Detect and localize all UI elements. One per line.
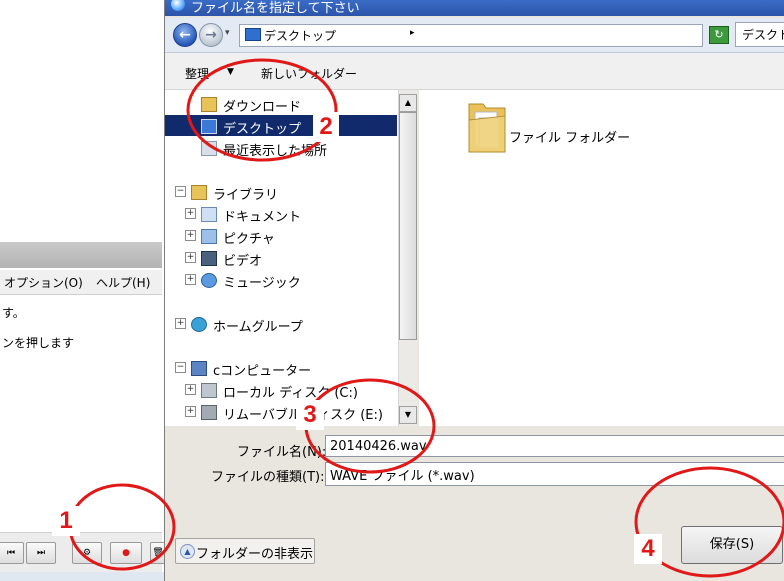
nav-item-downloads[interactable]: ダウンロード — [165, 93, 397, 115]
record-button[interactable]: ● — [110, 542, 142, 564]
dialog-title: ファイル名を指定して下さい — [191, 1, 360, 16]
organize-button[interactable]: 整理 — [185, 65, 209, 82]
scroll-down-icon[interactable]: ▼ — [399, 406, 417, 424]
expand-icon[interactable]: + — [185, 252, 196, 263]
settings-button[interactable]: ⚙ — [72, 542, 102, 564]
address-path-text: デスクトップ — [264, 29, 337, 43]
nav-item-local-disk[interactable]: + ローカル ディスク (C:) — [165, 379, 397, 401]
nav-item-label: cコンピューター — [213, 364, 312, 379]
filetype-label: ファイルの種類(T): — [211, 470, 325, 485]
desktop-icon — [245, 28, 261, 41]
nav-item-label: ホームグループ — [213, 320, 303, 335]
nav-item-documents[interactable]: + ドキュメント — [165, 203, 397, 225]
nav-item-label: ピクチャ — [223, 232, 275, 247]
videos-icon — [201, 251, 217, 266]
hide-folders-button[interactable]: ▲ フォルダーの非表示 — [175, 538, 315, 564]
nav-item-label: ミュージック — [223, 276, 301, 291]
chevron-up-icon: ▲ — [180, 544, 195, 559]
scroll-thumb[interactable] — [399, 112, 417, 340]
search-input[interactable]: デスクト — [735, 22, 784, 47]
file-list-pane: ファイル フォルダー — [419, 90, 784, 426]
nav-item-pictures[interactable]: + ピクチャ — [165, 225, 397, 247]
dialog-titlebar: ファイル名を指定して下さい — [165, 0, 784, 16]
address-bar: ← → ▾ デスクトップ ▸ ▼ ↻ デスクト — [165, 18, 784, 53]
recent-places-icon — [201, 141, 217, 156]
next-button[interactable]: ⏭ — [26, 542, 56, 564]
instruction-text-1: す。 — [2, 306, 25, 320]
address-path-box[interactable]: デスクトップ ▸ ▼ — [239, 24, 770, 47]
refresh-icon[interactable]: ↻ — [709, 26, 729, 44]
instruction-text-2: ンを押します — [2, 336, 75, 350]
filename-label: ファイル名(N): — [237, 445, 327, 460]
nav-item-desktop[interactable]: デスクトップ — [165, 115, 397, 137]
save-button[interactable]: 保存(S) — [681, 526, 783, 564]
file-list-item[interactable]: ファイル フォルダー — [439, 90, 769, 160]
expand-icon[interactable]: + — [185, 384, 196, 395]
previous-button[interactable]: ⏮ — [0, 542, 24, 564]
nav-item-label: ドキュメント — [223, 210, 302, 225]
collapse-icon[interactable]: − — [175, 186, 186, 197]
forward-arrow-icon[interactable]: → — [199, 23, 223, 47]
back-arrow-icon[interactable]: ← — [173, 23, 197, 47]
local-disk-icon — [201, 383, 217, 398]
nav-item-label: デスクトップ — [223, 122, 302, 137]
annotation-number-3: 3 — [296, 400, 324, 430]
nav-item-removable-disk[interactable]: + リムーバブル ディスク (E:) — [165, 401, 397, 423]
annotation-number-2: 2 — [313, 112, 339, 142]
nav-item-computer[interactable]: − cコンピューター — [165, 357, 397, 379]
music-icon — [201, 273, 217, 288]
nav-item-recent-places[interactable]: 最近表示した場所 — [165, 137, 397, 159]
folder-icon — [468, 103, 506, 153]
background-titlebar — [0, 242, 162, 268]
file-type-label: ファイル フォルダー — [509, 131, 631, 146]
computer-icon — [191, 361, 207, 376]
navigation-pane: ダウンロード デスクトップ 最近表示した場所 − ライブラリ + ドキュメント … — [165, 90, 399, 426]
expand-icon[interactable]: + — [175, 318, 186, 329]
history-dropdown-icon[interactable]: ▾ — [225, 28, 230, 38]
filetype-select[interactable]: WAVE ファイル (*.wav) — [325, 462, 784, 486]
command-bar: 整理 ▼ 新しいフォルダー — [165, 53, 784, 90]
download-folder-icon — [201, 97, 217, 112]
nav-item-label: ビデオ — [223, 254, 263, 269]
expand-icon[interactable]: + — [185, 208, 196, 219]
background-menubar: オプション(O) ヘルプ(H) — [0, 270, 162, 295]
annotation-number-1: 1 — [52, 506, 80, 536]
filename-input[interactable] — [325, 435, 784, 457]
collapse-icon[interactable]: − — [175, 362, 186, 373]
filetype-value: WAVE ファイル (*.wav) — [330, 469, 475, 484]
annotation-number-4: 4 — [634, 534, 662, 564]
library-icon — [191, 185, 207, 200]
nav-item-music[interactable]: + ミュージック — [165, 269, 397, 291]
documents-icon — [201, 207, 217, 222]
nav-item-homegroup[interactable]: + ホームグループ — [165, 313, 397, 335]
nav-item-label: ダウンロード — [223, 100, 302, 115]
app-icon — [171, 0, 185, 11]
desktop-icon — [201, 119, 217, 134]
nav-item-videos[interactable]: + ビデオ — [165, 247, 397, 269]
chevron-down-icon[interactable]: ▸ — [410, 28, 415, 38]
hide-folders-label: フォルダーの非表示 — [196, 547, 314, 562]
chevron-down-icon[interactable]: ▼ — [227, 67, 234, 77]
nav-item-label: ライブラリ — [213, 188, 279, 203]
background-statusbar — [0, 572, 166, 581]
expand-icon[interactable]: + — [185, 406, 196, 417]
nav-item-label: 最近表示した場所 — [223, 144, 328, 159]
background-app-window: オプション(O) ヘルプ(H) す。 ンを押します ⏮ ⏭ ⚙ ● 🗑 — [0, 0, 166, 581]
recorder-toolbar: ⏮ ⏭ ⚙ ● 🗑 — [0, 532, 166, 573]
new-folder-button[interactable]: 新しいフォルダー — [261, 65, 357, 82]
search-placeholder: デスクト — [742, 28, 784, 42]
menu-options[interactable]: オプション(O) — [4, 274, 83, 291]
save-file-dialog: ファイル名を指定して下さい ← → ▾ デスクトップ ▸ ▼ ↻ デスクト 整理… — [164, 0, 784, 581]
pictures-icon — [201, 229, 217, 244]
navigation-scrollbar[interactable]: ▲ ▼ — [398, 90, 417, 426]
expand-icon[interactable]: + — [185, 230, 196, 241]
nav-item-library[interactable]: − ライブラリ — [165, 181, 397, 203]
homegroup-icon — [191, 317, 207, 332]
removable-disk-icon — [201, 405, 217, 420]
expand-icon[interactable]: + — [185, 274, 196, 285]
menu-help[interactable]: ヘルプ(H) — [96, 274, 150, 291]
scroll-up-icon[interactable]: ▲ — [399, 94, 417, 112]
nav-item-label: ローカル ディスク (C:) — [223, 386, 358, 401]
